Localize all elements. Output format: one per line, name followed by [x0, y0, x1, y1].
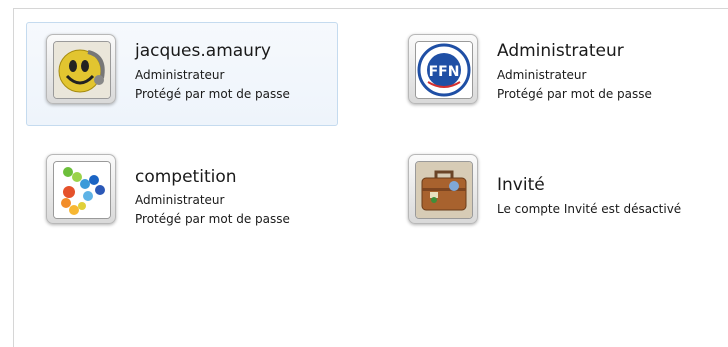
suitcase-icon [416, 162, 472, 218]
ffn-logo-icon: FFN [416, 42, 472, 98]
account-status: Protégé par mot de passe [497, 87, 652, 101]
account-name: competition [135, 167, 237, 187]
colored-beads-icon [54, 162, 110, 218]
smiley-headset-icon [54, 42, 110, 98]
account-status: Le compte Invité est désactivé [497, 202, 682, 216]
account-status: Protégé par mot de passe [135, 212, 290, 226]
account-status: Protégé par mot de passe [135, 87, 290, 101]
avatar [46, 34, 116, 104]
account-tile-invite[interactable]: Invité Le compte Invité est désactivé [388, 142, 700, 246]
svg-text:FFN: FFN [429, 64, 460, 80]
account-tile-competition[interactable]: competition Administrateur Protégé par m… [26, 142, 338, 246]
account-role: Administrateur [497, 68, 587, 82]
account-role: Administrateur [135, 68, 225, 82]
account-role: Administrateur [135, 193, 225, 207]
avatar: FFN [408, 34, 478, 104]
account-name: Invité [497, 175, 545, 195]
account-tile-administrateur[interactable]: FFN Administrateur Administrateur Protég… [388, 22, 700, 126]
account-name: jacques.amaury [135, 41, 271, 61]
avatar [408, 154, 478, 224]
account-name: Administrateur [497, 41, 624, 61]
avatar [46, 154, 116, 224]
account-tile-jacques-amaury[interactable]: jacques.amaury Administrateur Protégé pa… [26, 22, 338, 126]
